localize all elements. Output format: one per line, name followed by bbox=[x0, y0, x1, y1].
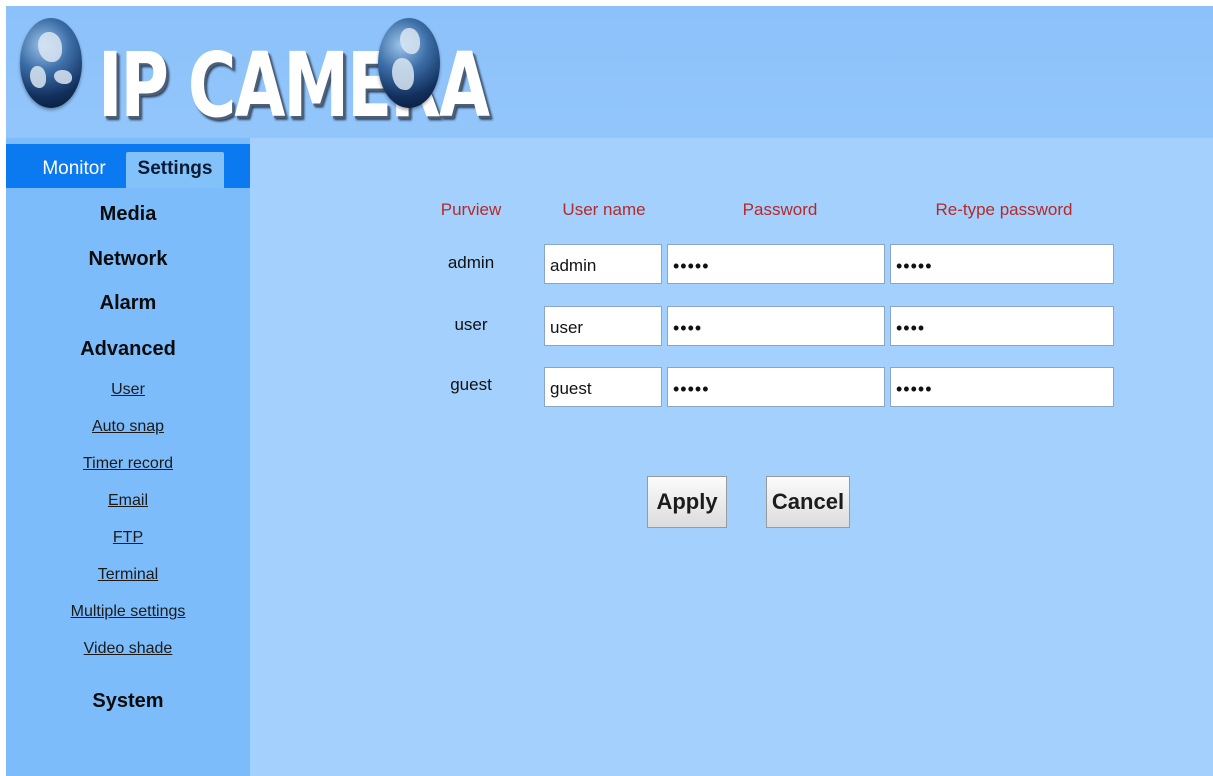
user-settings-panel: Purview User name Password Re-type passw… bbox=[250, 138, 1213, 776]
menu-item-system[interactable]: System bbox=[6, 690, 250, 713]
menu-item-advanced[interactable]: Advanced bbox=[6, 338, 250, 361]
password-field-guest[interactable] bbox=[667, 367, 885, 407]
tab-bar: Monitor Settings bbox=[6, 144, 250, 188]
app-frame: IP CAMERA Monitor Settings Media Network… bbox=[6, 6, 1213, 776]
menu-item-network[interactable]: Network bbox=[6, 248, 250, 271]
cancel-button[interactable]: Cancel bbox=[766, 476, 850, 528]
menu-item-video-shade[interactable]: Video shade bbox=[6, 640, 250, 658]
header-banner: IP CAMERA bbox=[6, 6, 1213, 138]
menu-item-user[interactable]: User bbox=[6, 381, 250, 399]
retype-password-field-guest[interactable] bbox=[890, 367, 1114, 407]
apply-button[interactable]: Apply bbox=[647, 476, 727, 528]
globe-icon bbox=[20, 18, 82, 108]
password-field-user[interactable] bbox=[667, 306, 885, 346]
menu-item-terminal[interactable]: Terminal bbox=[6, 566, 250, 584]
menu-item-email[interactable]: Email bbox=[6, 492, 250, 510]
retype-password-field-admin[interactable] bbox=[890, 244, 1114, 284]
purview-label-guest: guest bbox=[450, 375, 492, 394]
menu-item-multiple-settings[interactable]: Multiple settings bbox=[6, 603, 250, 621]
menu-item-auto-snap[interactable]: Auto snap bbox=[6, 418, 250, 436]
column-header-username: User name bbox=[562, 200, 646, 219]
tab-monitor[interactable]: Monitor bbox=[28, 152, 120, 188]
column-header-password: Password bbox=[742, 200, 818, 219]
username-field-user[interactable] bbox=[544, 306, 662, 346]
menu-item-ftp[interactable]: FTP bbox=[6, 529, 250, 547]
menu-item-media[interactable]: Media bbox=[6, 203, 250, 226]
retype-password-field-user[interactable] bbox=[890, 306, 1114, 346]
purview-label-user: user bbox=[454, 315, 488, 334]
password-field-admin[interactable] bbox=[667, 244, 885, 284]
username-field-admin[interactable] bbox=[544, 244, 662, 284]
globe-icon bbox=[378, 18, 440, 108]
column-header-retype-password: Re-type password bbox=[935, 200, 1073, 219]
menu-item-timer-record[interactable]: Timer record bbox=[6, 455, 250, 473]
username-field-guest[interactable] bbox=[544, 367, 662, 407]
menu-item-alarm[interactable]: Alarm bbox=[6, 292, 250, 315]
purview-label-admin: admin bbox=[447, 253, 495, 272]
column-header-purview: Purview bbox=[440, 200, 502, 219]
tab-settings[interactable]: Settings bbox=[126, 152, 224, 188]
sidebar: Monitor Settings Media Network Alarm Adv… bbox=[6, 138, 250, 776]
